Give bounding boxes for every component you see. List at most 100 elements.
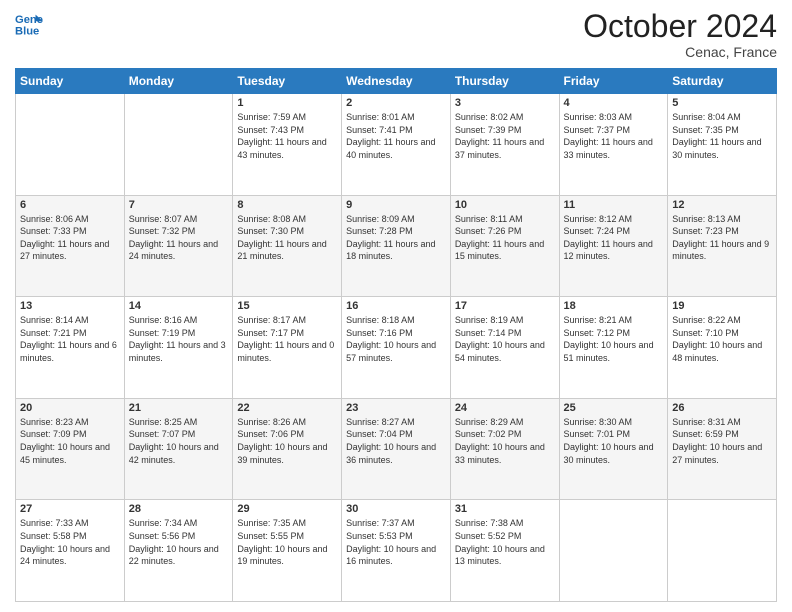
day-info: Sunrise: 8:14 AMSunset: 7:21 PMDaylight:… (20, 314, 120, 364)
calendar-cell-w1-d2 (124, 94, 233, 196)
calendar-cell-w1-d5: 3Sunrise: 8:02 AMSunset: 7:39 PMDaylight… (450, 94, 559, 196)
day-info: Sunrise: 7:33 AMSunset: 5:58 PMDaylight:… (20, 517, 120, 567)
calendar-cell-w1-d7: 5Sunrise: 8:04 AMSunset: 7:35 PMDaylight… (668, 94, 777, 196)
header: General Blue October 2024 Cenac, France (15, 10, 777, 60)
day-info: Sunrise: 8:25 AMSunset: 7:07 PMDaylight:… (129, 416, 229, 466)
day-number: 31 (455, 503, 555, 515)
day-info: Sunrise: 8:19 AMSunset: 7:14 PMDaylight:… (455, 314, 555, 364)
day-number: 26 (672, 402, 772, 414)
day-info: Sunrise: 8:27 AMSunset: 7:04 PMDaylight:… (346, 416, 446, 466)
day-number: 21 (129, 402, 229, 414)
location: Cenac, France (583, 44, 777, 60)
calendar-cell-w4-d1: 20 Sunrise: 8:23 AMSunset: 7:09 PMDayligh… (16, 398, 125, 500)
day-info: Sunrise: 7:37 AMSunset: 5:53 PMDaylight:… (346, 517, 446, 567)
month-title: October 2024 (583, 10, 777, 42)
day-number: 16 (346, 300, 446, 312)
calendar-cell-w2-d3: 8 Sunrise: 8:08 AMSunset: 7:30 PMDaylight… (233, 195, 342, 297)
day-number: 19 (672, 300, 772, 312)
day-info: Sunrise: 8:29 AMSunset: 7:02 PMDaylight:… (455, 416, 555, 466)
calendar-cell-w1-d1 (16, 94, 125, 196)
day-number: 20 (20, 402, 120, 414)
calendar-cell-w1-d6: 4Sunrise: 8:03 AMSunset: 7:37 PMDaylight… (559, 94, 668, 196)
calendar-cell-w5-d1: 27 Sunrise: 7:33 AMSunset: 5:58 PMDayligh… (16, 500, 125, 602)
day-number: 15 (237, 300, 337, 312)
day-info: Sunrise: 8:23 AMSunset: 7:09 PMDaylight:… (20, 416, 120, 466)
calendar-cell-w2-d5: 10 Sunrise: 8:11 AMSunset: 7:26 PMDayligh… (450, 195, 559, 297)
calendar-cell-w3-d2: 14 Sunrise: 8:16 AMSunset: 7:19 PMDayligh… (124, 297, 233, 399)
day-info: Sunrise: 8:06 AMSunset: 7:33 PMDaylight:… (20, 213, 120, 263)
day-info: Sunrise: 8:13 AMSunset: 7:23 PMDaylight:… (672, 213, 772, 263)
calendar-header-row: Sunday Monday Tuesday Wednesday Thursday… (16, 69, 777, 94)
day-info: Sunrise: 7:34 AMSunset: 5:56 PMDaylight:… (129, 517, 229, 567)
day-info: Sunrise: 8:09 AMSunset: 7:28 PMDaylight:… (346, 213, 446, 263)
day-number: 10 (455, 199, 555, 211)
calendar-table: Sunday Monday Tuesday Wednesday Thursday… (15, 68, 777, 602)
day-number: 24 (455, 402, 555, 414)
calendar-cell-w2-d6: 11 Sunrise: 8:12 AMSunset: 7:24 PMDayligh… (559, 195, 668, 297)
day-info: Sunrise: 8:08 AMSunset: 7:30 PMDaylight:… (237, 213, 337, 263)
day-number: 28 (129, 503, 229, 515)
col-saturday: Saturday (668, 69, 777, 94)
day-number: 5 (672, 97, 772, 109)
calendar-week-5: 27 Sunrise: 7:33 AMSunset: 5:58 PMDayligh… (16, 500, 777, 602)
day-number: 13 (20, 300, 120, 312)
day-info: Sunrise: 8:01 AMSunset: 7:41 PMDaylight:… (346, 111, 446, 161)
day-number: 8 (237, 199, 337, 211)
calendar-cell-w5-d2: 28 Sunrise: 7:34 AMSunset: 5:56 PMDayligh… (124, 500, 233, 602)
calendar-cell-w3-d6: 18 Sunrise: 8:21 AMSunset: 7:12 PMDayligh… (559, 297, 668, 399)
logo: General Blue (15, 10, 43, 38)
day-number: 18 (564, 300, 664, 312)
day-info: Sunrise: 8:26 AMSunset: 7:06 PMDaylight:… (237, 416, 337, 466)
day-number: 29 (237, 503, 337, 515)
col-friday: Friday (559, 69, 668, 94)
calendar-week-1: 1Sunrise: 7:59 AMSunset: 7:43 PMDaylight… (16, 94, 777, 196)
day-info: Sunrise: 8:02 AMSunset: 7:39 PMDaylight:… (455, 111, 555, 161)
day-number: 2 (346, 97, 446, 109)
day-number: 12 (672, 199, 772, 211)
col-tuesday: Tuesday (233, 69, 342, 94)
day-info: Sunrise: 8:31 AMSunset: 6:59 PMDaylight:… (672, 416, 772, 466)
calendar-cell-w2-d2: 7Sunrise: 8:07 AMSunset: 7:32 PMDaylight… (124, 195, 233, 297)
day-info: Sunrise: 8:12 AMSunset: 7:24 PMDaylight:… (564, 213, 664, 263)
day-info: Sunrise: 8:11 AMSunset: 7:26 PMDaylight:… (455, 213, 555, 263)
calendar-cell-w3-d3: 15Sunrise: 8:17 AMSunset: 7:17 PMDayligh… (233, 297, 342, 399)
svg-text:Blue: Blue (15, 25, 39, 37)
day-number: 22 (237, 402, 337, 414)
calendar-week-4: 20 Sunrise: 8:23 AMSunset: 7:09 PMDayligh… (16, 398, 777, 500)
day-number: 27 (20, 503, 120, 515)
calendar-cell-w2-d1: 6 Sunrise: 8:06 AMSunset: 7:33 PMDaylight… (16, 195, 125, 297)
day-number: 23 (346, 402, 446, 414)
title-block: October 2024 Cenac, France (583, 10, 777, 60)
day-info: Sunrise: 7:59 AMSunset: 7:43 PMDaylight:… (237, 111, 337, 161)
day-info: Sunrise: 8:07 AMSunset: 7:32 PMDaylight:… (129, 213, 229, 263)
calendar-cell-w3-d1: 13 Sunrise: 8:14 AMSunset: 7:21 PMDayligh… (16, 297, 125, 399)
day-info: Sunrise: 8:03 AMSunset: 7:37 PMDaylight:… (564, 111, 664, 161)
calendar-cell-w4-d4: 23 Sunrise: 8:27 AMSunset: 7:04 PMDayligh… (342, 398, 451, 500)
col-sunday: Sunday (16, 69, 125, 94)
day-info: Sunrise: 8:18 AMSunset: 7:16 PMDaylight:… (346, 314, 446, 364)
day-info: Sunrise: 8:21 AMSunset: 7:12 PMDaylight:… (564, 314, 664, 364)
calendar-cell-w3-d7: 19Sunrise: 8:22 AMSunset: 7:10 PMDayligh… (668, 297, 777, 399)
logo-icon: General Blue (15, 10, 43, 38)
day-number: 25 (564, 402, 664, 414)
calendar-cell-w2-d4: 9 Sunrise: 8:09 AMSunset: 7:28 PMDaylight… (342, 195, 451, 297)
day-info: Sunrise: 7:35 AMSunset: 5:55 PMDaylight:… (237, 517, 337, 567)
calendar-cell-w1-d4: 2 Sunrise: 8:01 AMSunset: 7:41 PMDaylight… (342, 94, 451, 196)
calendar-cell-w4-d3: 22 Sunrise: 8:26 AMSunset: 7:06 PMDayligh… (233, 398, 342, 500)
day-number: 6 (20, 199, 120, 211)
calendar-cell-w3-d4: 16 Sunrise: 8:18 AMSunset: 7:16 PMDayligh… (342, 297, 451, 399)
calendar-cell-w1-d3: 1Sunrise: 7:59 AMSunset: 7:43 PMDaylight… (233, 94, 342, 196)
day-info: Sunrise: 8:16 AMSunset: 7:19 PMDaylight:… (129, 314, 229, 364)
day-info: Sunrise: 8:30 AMSunset: 7:01 PMDaylight:… (564, 416, 664, 466)
calendar-cell-w5-d4: 30Sunrise: 7:37 AMSunset: 5:53 PMDayligh… (342, 500, 451, 602)
calendar-cell-w5-d6 (559, 500, 668, 602)
day-number: 9 (346, 199, 446, 211)
day-number: 14 (129, 300, 229, 312)
calendar-cell-w3-d5: 17 Sunrise: 8:19 AMSunset: 7:14 PMDayligh… (450, 297, 559, 399)
calendar-week-2: 6 Sunrise: 8:06 AMSunset: 7:33 PMDaylight… (16, 195, 777, 297)
day-number: 11 (564, 199, 664, 211)
calendar-cell-w5-d3: 29 Sunrise: 7:35 AMSunset: 5:55 PMDayligh… (233, 500, 342, 602)
calendar-cell-w4-d6: 25 Sunrise: 8:30 AMSunset: 7:01 PMDayligh… (559, 398, 668, 500)
day-number: 17 (455, 300, 555, 312)
calendar-cell-w5-d5: 31Sunrise: 7:38 AMSunset: 5:52 PMDayligh… (450, 500, 559, 602)
